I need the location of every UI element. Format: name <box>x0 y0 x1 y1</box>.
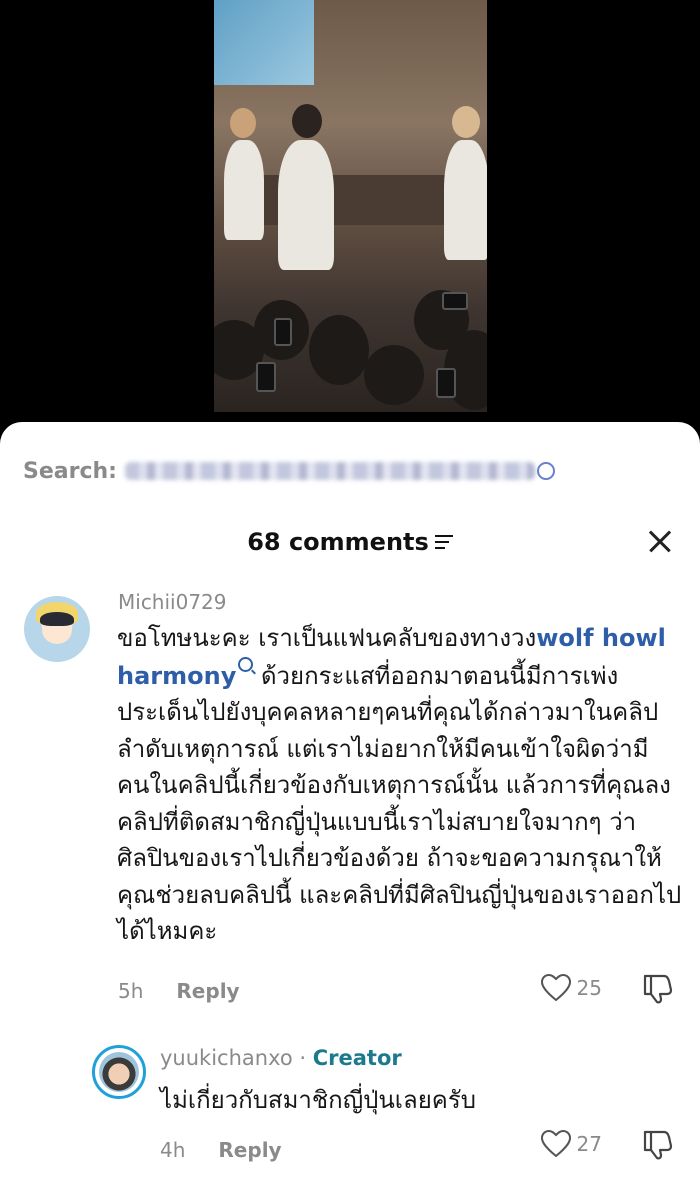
phone-image <box>256 362 276 392</box>
username-separator: · <box>292 1046 313 1070</box>
comment-username[interactable]: Michii0729 <box>118 590 227 614</box>
performer-head <box>292 104 322 138</box>
performer-head <box>452 106 480 138</box>
reply-time: 4h <box>160 1138 186 1162</box>
performer-figure <box>444 140 487 260</box>
reply-meta: 4h Reply <box>160 1138 282 1162</box>
comment-text-part: ด้วยกระแสที่ออกมาตอนนี้มีการเพ่งประเด็นไ… <box>117 661 682 946</box>
comment-time: 5h <box>118 979 144 1003</box>
search-label: Search: <box>23 458 117 484</box>
avatar-image <box>99 1052 139 1092</box>
like-button[interactable]: 25 <box>540 974 602 1002</box>
like-count: 27 <box>576 1132 602 1156</box>
poster-image <box>214 0 314 85</box>
video-player[interactable] <box>0 0 700 430</box>
performer-figure <box>224 140 264 240</box>
phone-image <box>274 318 292 346</box>
like-count: 25 <box>576 976 602 1000</box>
phone-image <box>436 368 456 398</box>
filter-icon[interactable] <box>434 535 453 549</box>
crowd-head <box>309 315 369 385</box>
performer-head <box>230 108 256 138</box>
avatar[interactable] <box>24 596 90 662</box>
heart-icon <box>540 974 571 1002</box>
comments-sheet: Search: 68 comments Michii0729 ขอโทษนะคะ… <box>0 422 700 1199</box>
reply-username-row[interactable]: yuukichanxo · Creator <box>160 1046 402 1070</box>
reply-text: ไม่เกี่ยวกับสมาชิกญี่ปุ่นเลยครับ <box>160 1086 476 1114</box>
phone-image <box>442 292 468 310</box>
heart-icon <box>540 1130 571 1158</box>
comments-header: 68 comments <box>0 522 700 562</box>
creator-avatar[interactable] <box>92 1045 146 1099</box>
search-suggestion[interactable]: Search: <box>23 458 555 484</box>
comment-meta: 5h Reply <box>118 979 240 1003</box>
search-icon <box>238 656 254 672</box>
comments-count: 68 comments <box>247 528 429 556</box>
like-button[interactable]: 27 <box>540 1130 602 1158</box>
avatar-hair <box>40 612 74 626</box>
creator-badge: Creator <box>312 1046 402 1070</box>
reply-button[interactable]: Reply <box>218 1138 281 1162</box>
reply-button[interactable]: Reply <box>176 979 239 1003</box>
search-icon <box>536 462 555 480</box>
dislike-icon[interactable] <box>640 972 674 1006</box>
blurred-search-query <box>124 462 535 480</box>
dislike-icon[interactable] <box>640 1128 674 1162</box>
close-icon[interactable] <box>644 526 674 556</box>
video-frame[interactable] <box>214 0 487 412</box>
performer-figure <box>278 140 334 270</box>
reply-username: yuukichanxo <box>160 1046 293 1070</box>
comment-text: ขอโทษนะคะ เราเป็นแฟนคลับของทางวงwolf how… <box>117 620 687 950</box>
comment-text-part: ขอโทษนะคะ เราเป็นแฟนคลับของทางวง <box>117 624 537 652</box>
crowd-head <box>364 345 424 405</box>
